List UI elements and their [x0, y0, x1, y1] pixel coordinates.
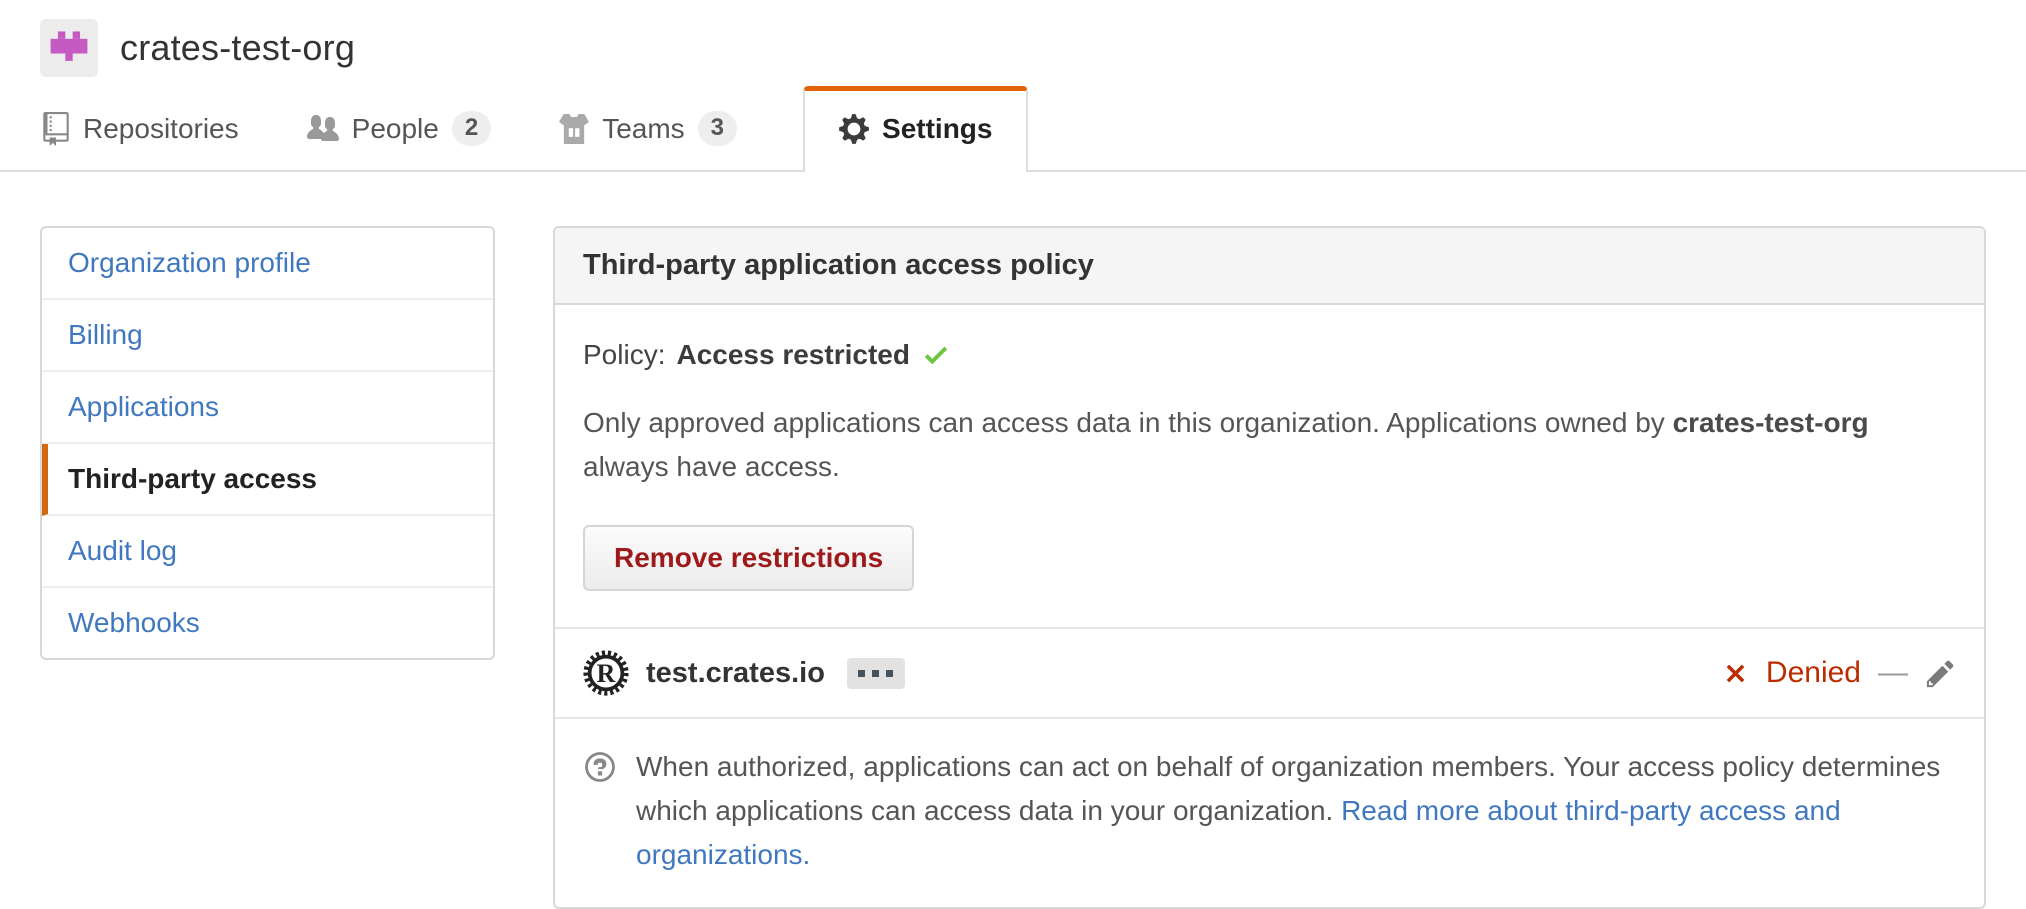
question-icon — [583, 750, 617, 784]
page-title: crates-test-org — [120, 27, 355, 69]
panel-title: Third-party application access policy — [555, 228, 1984, 305]
edit-access-button[interactable] — [1925, 658, 1956, 689]
teams-count-badge: 3 — [698, 111, 737, 146]
policy-label: Policy: — [583, 339, 665, 371]
denied-status: Denied — [1766, 656, 1861, 690]
tab-people[interactable]: People 2 — [305, 87, 494, 170]
panel-body: Policy: Access restricted Only approved … — [555, 305, 1984, 627]
sidebar-item-applications[interactable]: Applications — [42, 372, 493, 444]
remove-restrictions-button[interactable]: Remove restrictions — [583, 525, 914, 591]
policy-status-line: Policy: Access restricted — [583, 339, 1956, 371]
org-avatar[interactable] — [40, 19, 98, 77]
org-header: crates-test-org — [0, 0, 2026, 80]
app-row: R test.crates.io Denied — — [555, 627, 1984, 717]
sidebar-item-organization-profile[interactable]: Organization profile — [42, 228, 493, 300]
footer-note: When authorized, applications can act on… — [555, 717, 1984, 907]
description-text: Only approved applications can access da… — [583, 407, 1673, 438]
tab-label: People — [352, 113, 439, 145]
x-icon — [1722, 660, 1749, 687]
jersey-icon — [559, 113, 589, 145]
tab-settings[interactable]: Settings — [803, 86, 1028, 172]
gear-icon — [839, 112, 869, 146]
identicon-icon — [46, 25, 92, 71]
sidebar-item-webhooks[interactable]: Webhooks — [42, 588, 493, 658]
sidebar-item-audit-log[interactable]: Audit log — [42, 516, 493, 588]
tab-label: Repositories — [83, 113, 239, 145]
org-tabnav: Repositories People 2 Teams 3 Settings — [0, 86, 2026, 172]
check-icon — [921, 340, 951, 370]
dash-separator: — — [1878, 656, 1908, 690]
pencil-icon — [1925, 658, 1956, 689]
description-org-name: crates-test-org — [1673, 407, 1869, 438]
tab-label: Settings — [882, 113, 992, 145]
access-policy-panel: Third-party application access policy Po… — [553, 226, 1986, 909]
note-text-block: When authorized, applications can act on… — [636, 745, 1956, 877]
tab-teams[interactable]: Teams 3 — [557, 87, 739, 170]
app-status-group: Denied — — [1722, 656, 1956, 690]
tab-label: Teams — [602, 113, 684, 145]
svg-text:R: R — [597, 660, 616, 689]
dot — [886, 670, 893, 677]
settings-layout: Organization profile Billing Application… — [0, 172, 2026, 909]
policy-description: Only approved applications can access da… — [583, 401, 1933, 489]
policy-value: Access restricted — [676, 339, 909, 371]
people-icon — [307, 113, 339, 145]
dot — [858, 670, 865, 677]
app-name: test.crates.io — [646, 657, 825, 690]
ellipsis-expander-button[interactable] — [847, 658, 905, 689]
repo-icon — [42, 112, 70, 146]
people-count-badge: 2 — [452, 111, 491, 146]
description-text-end: always have access. — [583, 451, 840, 482]
tab-repositories[interactable]: Repositories — [40, 88, 241, 170]
sidebar-item-billing[interactable]: Billing — [42, 300, 493, 372]
rust-logo-icon: R — [583, 650, 629, 696]
sidebar-item-third-party-access[interactable]: Third-party access — [42, 444, 493, 516]
settings-sidebar: Organization profile Billing Application… — [40, 226, 495, 660]
dot — [872, 670, 879, 677]
